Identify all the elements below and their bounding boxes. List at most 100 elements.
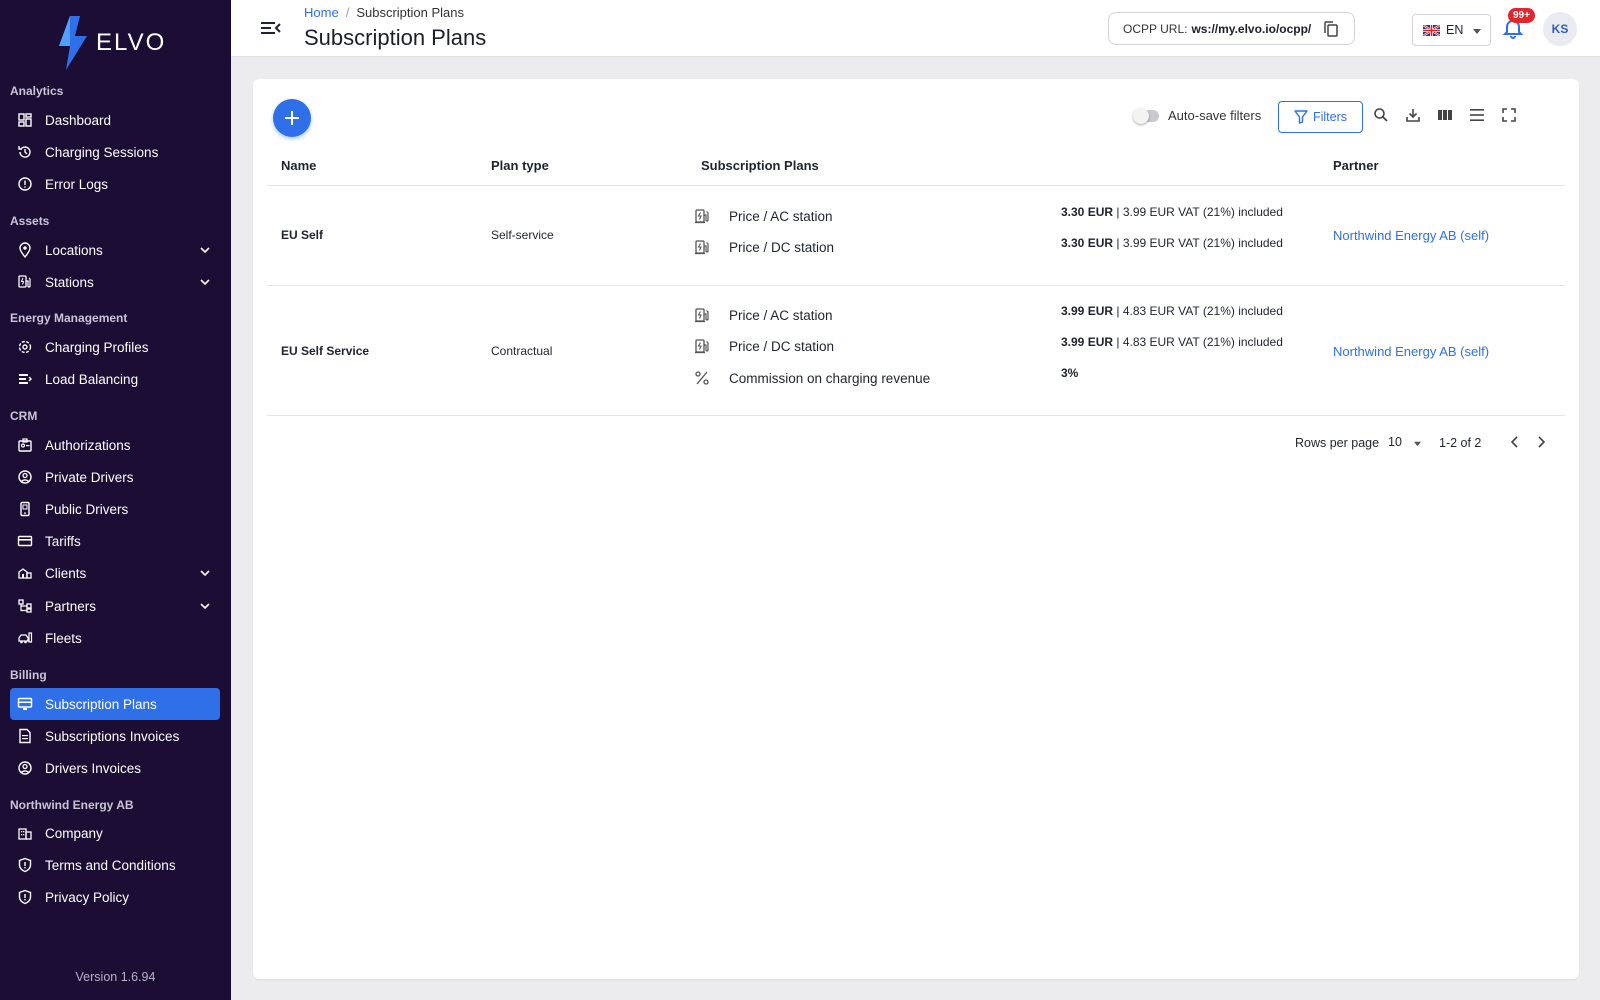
plan-line: Price / AC station	[693, 205, 833, 227]
sidebar-item-stations[interactable]: Stations	[10, 266, 220, 298]
sidebar-item-public-drivers[interactable]: Public Drivers	[10, 493, 220, 525]
ev-station-icon	[693, 238, 711, 256]
auto-save-filters-toggle[interactable]	[1133, 108, 1159, 124]
plan-line-label: Commission on charging revenue	[729, 370, 931, 386]
language-select[interactable]: EN	[1412, 14, 1491, 46]
filter-icon	[1294, 110, 1308, 124]
next-page-button[interactable]	[1532, 433, 1550, 451]
partners-icon	[16, 597, 34, 615]
sidebar-item-subscription-plans[interactable]: Subscription Plans	[10, 688, 220, 720]
sidebar-item-tariffs[interactable]: Tariffs	[10, 525, 220, 557]
sidebar-item-label: Stations	[45, 274, 94, 290]
shield-icon	[16, 888, 34, 906]
chevron-right-icon	[1538, 436, 1546, 448]
fullscreen-button[interactable]	[1500, 106, 1518, 124]
price-amount: 3%	[1061, 366, 1079, 380]
sidebar-item-privacy-policy[interactable]: Privacy Policy	[10, 881, 220, 913]
rows-per-page-label: Rows per page	[1295, 436, 1380, 450]
ev-station-icon	[16, 273, 34, 291]
invoice-icon	[16, 727, 34, 745]
user-avatar[interactable]: KS	[1543, 12, 1577, 46]
row-plan-type: Contractual	[491, 344, 553, 358]
density-icon	[1470, 109, 1484, 121]
sidebar-item-drivers-invoices[interactable]: Drivers Invoices	[10, 752, 220, 784]
plan-line: Price / DC station	[693, 335, 834, 357]
previous-page-button[interactable]	[1506, 433, 1524, 451]
app-version: Version 1.6.94	[75, 970, 156, 984]
sidebar-item-fleets[interactable]: Fleets	[10, 622, 220, 654]
sidebar-item-label: Load Balancing	[45, 371, 139, 387]
sidebar-item-clients[interactable]: Clients	[10, 557, 220, 589]
sidebar-item-charging-sessions[interactable]: Charging Sessions	[10, 136, 220, 168]
elvo-logo[interactable]: ELVO	[56, 16, 186, 70]
chevron-down-icon[interactable]	[198, 275, 212, 289]
chevron-left-icon	[1510, 436, 1518, 448]
density-button[interactable]	[1468, 106, 1486, 124]
partner-link[interactable]: Northwind Energy AB (self)	[1333, 228, 1489, 243]
sidebar-item-label: Privacy Policy	[45, 889, 130, 905]
column-header-plan-type[interactable]: Plan type	[491, 158, 549, 173]
breadcrumb-home-link[interactable]: Home	[304, 5, 339, 20]
sidebar-item-error-logs[interactable]: Error Logs	[10, 168, 220, 200]
download-button[interactable]	[1404, 106, 1422, 124]
sidebar-item-label: Locations	[45, 242, 103, 258]
sidebar-item-partners[interactable]: Partners	[10, 590, 220, 622]
sidebar-item-dashboard[interactable]: Dashboard	[10, 104, 220, 136]
column-header-name[interactable]: Name	[281, 158, 316, 173]
collapse-menu-button[interactable]	[259, 18, 281, 38]
sidebar-item-company[interactable]: Company	[10, 817, 220, 849]
ocpp-url-value: ws://my.elvo.io/ocpp/	[1191, 21, 1312, 36]
sidebar-item-private-drivers[interactable]: Private Drivers	[10, 461, 220, 493]
profile-cog-icon	[16, 338, 34, 356]
price-amount: 3.99 EUR	[1061, 335, 1114, 349]
partner-link[interactable]: Northwind Energy AB (self)	[1333, 344, 1489, 359]
menu-collapse-icon	[261, 22, 281, 34]
column-header-subscription-plans[interactable]: Subscription Plans	[701, 158, 819, 173]
sidebar-item-label: Partners	[45, 598, 97, 614]
chevron-down-icon[interactable]	[198, 243, 212, 257]
dashboard-icon	[16, 111, 34, 129]
breadcrumb-current: Subscription Plans	[356, 5, 464, 20]
add-subscription-plan-button[interactable]	[273, 99, 311, 137]
toggle-knob	[1133, 108, 1149, 124]
price-detail: | 3.99 EUR VAT (21%) included	[1113, 205, 1283, 219]
building-icon	[16, 824, 34, 842]
client-icon	[16, 564, 34, 582]
row-name: EU Self Service	[281, 344, 370, 358]
location-pin-icon	[16, 241, 34, 259]
plan-line-label: Price / AC station	[729, 208, 833, 224]
sidebar: ELVO Analytics Dashboard Charging Sessions…	[0, 0, 231, 1000]
search-button[interactable]	[1372, 106, 1390, 124]
sidebar-item-label: Charging Sessions	[45, 144, 159, 160]
sidebar-item-label: Company	[45, 825, 103, 841]
chevron-down-icon[interactable]	[198, 566, 212, 580]
history-icon	[16, 143, 34, 161]
sidebar-item-label: Error Logs	[45, 176, 109, 192]
columns-button[interactable]	[1436, 106, 1454, 124]
credit-card-icon	[16, 532, 34, 550]
breadcrumb: Home / Subscription Plans	[304, 5, 464, 20]
sidebar-item-label: Public Drivers	[45, 501, 129, 517]
copy-url-button[interactable]	[1322, 20, 1340, 38]
user-circle-icon	[16, 759, 34, 777]
sidebar-item-label: Drivers Invoices	[45, 760, 142, 776]
ev-station-icon	[693, 337, 711, 355]
sidebar-item-locations[interactable]: Locations	[10, 234, 220, 266]
sidebar-item-terms-and-conditions[interactable]: Terms and Conditions	[10, 849, 220, 881]
sidebar-item-subscriptions-invoices[interactable]: Subscriptions Invoices	[10, 720, 220, 752]
chevron-down-icon[interactable]	[198, 599, 212, 613]
filters-button[interactable]: Filters	[1278, 101, 1363, 133]
lightning-logo-icon	[59, 16, 87, 70]
sidebar-item-label: Charging Profiles	[45, 339, 149, 355]
sidebar-item-charging-profiles[interactable]: Charging Profiles	[10, 331, 220, 363]
sidebar-item-label: Tariffs	[45, 533, 81, 549]
rows-per-page-select[interactable]: 10	[1388, 435, 1422, 453]
plan-line-label: Price / AC station	[729, 307, 833, 323]
sidebar-item-authorizations[interactable]: Authorizations	[10, 429, 220, 461]
brand-name: ELVO	[96, 29, 167, 56]
column-header-partner[interactable]: Partner	[1333, 158, 1379, 173]
user-circle-icon	[16, 468, 34, 486]
sidebar-section-title: Analytics	[10, 84, 64, 98]
sidebar-section-title: Energy Management	[10, 311, 128, 325]
sidebar-item-load-balancing[interactable]: Load Balancing	[10, 363, 220, 395]
